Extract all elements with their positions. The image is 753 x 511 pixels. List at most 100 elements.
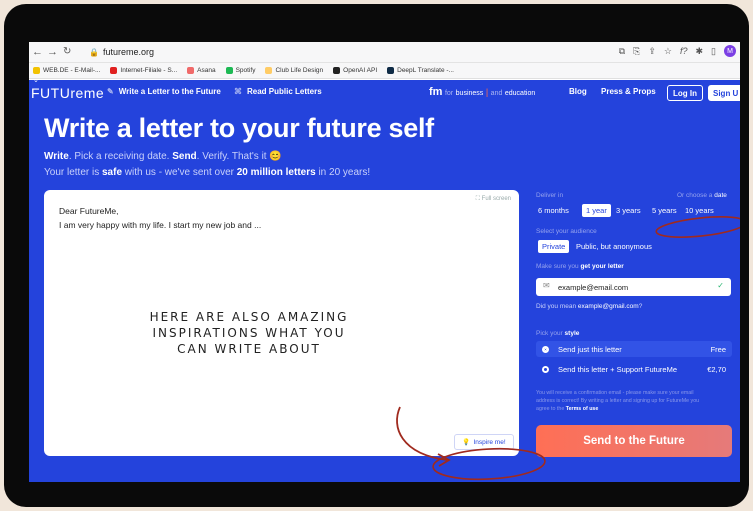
bookmark-favicon-icon (225, 67, 233, 74)
bookmark-item[interactable]: Internet-Filiale - S... (110, 67, 177, 74)
login-button[interactable]: Log In (667, 85, 703, 101)
bookmark-label: DeepL Translate -... (397, 67, 454, 74)
radio-unselected-icon[interactable] (542, 365, 549, 373)
bookmark-label: Spotify (235, 67, 256, 74)
nav-press-link[interactable]: Press & Props (601, 87, 656, 96)
inspire-me-label: Inspire me! (473, 438, 506, 446)
inspire-me-button[interactable]: 💡 Inspire me! (454, 434, 514, 450)
deliver-option[interactable]: 5 years (652, 206, 677, 215)
back-icon[interactable]: ← (32, 45, 43, 59)
bookmark-item[interactable]: Spotify (225, 67, 256, 74)
disclaimer-text: You will receive a confirmation email - … (536, 389, 699, 413)
bookmark-label: Internet-Filiale - S... (120, 67, 178, 74)
bulb-icon: 💡 (462, 439, 471, 446)
bookmark-favicon-icon (265, 67, 273, 74)
safe-word: safe (102, 167, 123, 178)
nav-read-label: Read Public Letters (247, 87, 322, 96)
extensions-icon[interactable]: ✱ (696, 46, 704, 57)
forward-icon[interactable]: → (47, 45, 58, 59)
bookmarks-bar: WEB.DE - E-Mail-... Internet-Filiale - S.… (29, 63, 740, 79)
write-word: Write (44, 151, 69, 162)
email-label-prefix: Make sure you (536, 263, 581, 270)
lock-icon: 🔒 (89, 48, 99, 57)
style-option-support[interactable]: Send this letter + Support FutureMe €2,7… (536, 361, 732, 377)
suggest-prefix: Did you mean (536, 303, 578, 310)
business-label: business (455, 90, 484, 97)
bookmark-item[interactable]: Club Life Design (265, 67, 323, 74)
terms-link[interactable]: Terms of use (566, 406, 599, 412)
style-option-support-label: Send this letter + Support FutureMe (558, 364, 678, 374)
disclaimer-line-1: You will receive a confirmation email - … (536, 390, 694, 396)
nav-write-link[interactable]: ✎ Write a Letter to the Future (107, 87, 221, 96)
full-screen-button[interactable]: ⛶ Full screen (476, 196, 511, 203)
suggest-email: example@gmail.com (577, 303, 639, 310)
letter-greeting: Dear FutureMe, (59, 206, 119, 216)
send-word: Send (172, 151, 197, 162)
bookmark-item[interactable]: Asana (187, 67, 216, 74)
audience-private-option[interactable]: Private (538, 240, 570, 253)
audience-public-option[interactable]: Public, but anonymous (576, 242, 652, 251)
deliver-option[interactable]: 1 year (582, 204, 611, 217)
email-suggestion[interactable]: Did you mean example@gmail.com? (536, 303, 642, 310)
choose-date-word: date (714, 192, 727, 199)
star-icon[interactable]: ☆ (664, 46, 672, 57)
address-bar[interactable]: 🔒 futureme.org (89, 45, 154, 59)
mail-icon: ✉ (543, 281, 550, 290)
style-label-bold: style (564, 330, 580, 337)
pen-icon: ✎ (107, 87, 114, 96)
laptop-frame: ← → ↻ 🔒 futureme.org ⧉ ⎘ ⇪ ☆ f? ✱ ▯ M WE… (4, 4, 749, 507)
email-field[interactable]: ✉ example@email.com ✓ (536, 278, 731, 296)
bookmark-favicon-icon (187, 67, 195, 74)
book-icon: ⌘ (234, 87, 242, 96)
style-option-free[interactable]: Send just this letter Free (536, 341, 732, 357)
hero-text-a: . Pick a receiving date. (68, 151, 173, 162)
url-text: futureme.org (103, 47, 155, 57)
suggest-suffix: ? (638, 303, 643, 310)
style-label: Pick your style (536, 330, 579, 337)
futureme-logo[interactable]: FUTUreme (31, 85, 104, 101)
check-icon: ✓ (717, 281, 724, 290)
choose-date-link[interactable]: Or choose a date (677, 192, 727, 199)
reload-icon[interactable]: ↻ (63, 45, 71, 59)
nav-write-label: Write a Letter to the Future (118, 87, 221, 96)
email-label-bold: get your letter (580, 263, 624, 270)
share-icon[interactable]: ⧉ (619, 46, 625, 57)
bookmark-favicon-icon (387, 67, 395, 74)
radio-selected-icon[interactable] (542, 345, 549, 353)
fm-business-education-link[interactable]: fm for business | and education (429, 86, 535, 98)
million-letters: 20 million letters (236, 167, 316, 178)
deliver-option[interactable]: 10 years (685, 206, 714, 215)
formula-icon[interactable]: f? (680, 46, 688, 56)
send-to-future-button[interactable]: Send to the Future (536, 425, 732, 457)
nav-blog-link[interactable]: Blog (569, 87, 587, 96)
deliver-option[interactable]: 3 years (616, 206, 641, 215)
bookmark-item[interactable]: DeepL Translate -... (387, 67, 454, 74)
translate-icon[interactable]: ⎘ (633, 46, 640, 57)
avatar[interactable]: M (724, 45, 736, 57)
disclaimer-line-3: agree to the Terms of use (536, 405, 699, 413)
bookmark-item[interactable]: OpenAI API (333, 67, 377, 74)
separator-bar: | (485, 87, 489, 97)
nav-read-link[interactable]: ⌘ Read Public Letters (234, 87, 322, 96)
style-option-free-label: Send just this letter (558, 344, 622, 354)
bookmark-label: WEB.DE - E-Mail-... (43, 67, 101, 74)
bookmark-item[interactable]: WEB.DE - E-Mail-... (33, 67, 100, 74)
email-value: example@email.com (558, 283, 629, 292)
browser-toolbar: ← → ↻ 🔒 futureme.org ⧉ ⎘ ⇪ ☆ f? ✱ ▯ M (29, 42, 740, 63)
bookmark-label: Club Life Design (275, 67, 324, 74)
bookmark-favicon-icon (333, 67, 341, 74)
letter-editor[interactable]: ⛶ Full screen Dear FutureMe, I am very h… (44, 190, 519, 456)
safety-text-a: Your letter is (44, 167, 102, 178)
disclaimer-prefix: agree to the (536, 406, 566, 412)
bookmark-label: Asana (197, 67, 216, 74)
upload-icon[interactable]: ⇪ (648, 46, 656, 57)
hero-subtitle: Write. Pick a receiving date. Send. Veri… (44, 151, 282, 162)
page-title: Write a letter to your future self (44, 113, 434, 143)
deliver-option[interactable]: 6 months (538, 206, 569, 215)
bookmark-favicon-icon (33, 67, 40, 74)
chevron-down-icon[interactable]: ⌄ (33, 76, 39, 84)
choose-date-prefix: Or choose a (677, 192, 713, 199)
sidebar-icon[interactable]: ▯ (711, 46, 716, 57)
signup-button[interactable]: Sign U (708, 85, 740, 101)
audience-label: Select your audience (536, 228, 597, 235)
